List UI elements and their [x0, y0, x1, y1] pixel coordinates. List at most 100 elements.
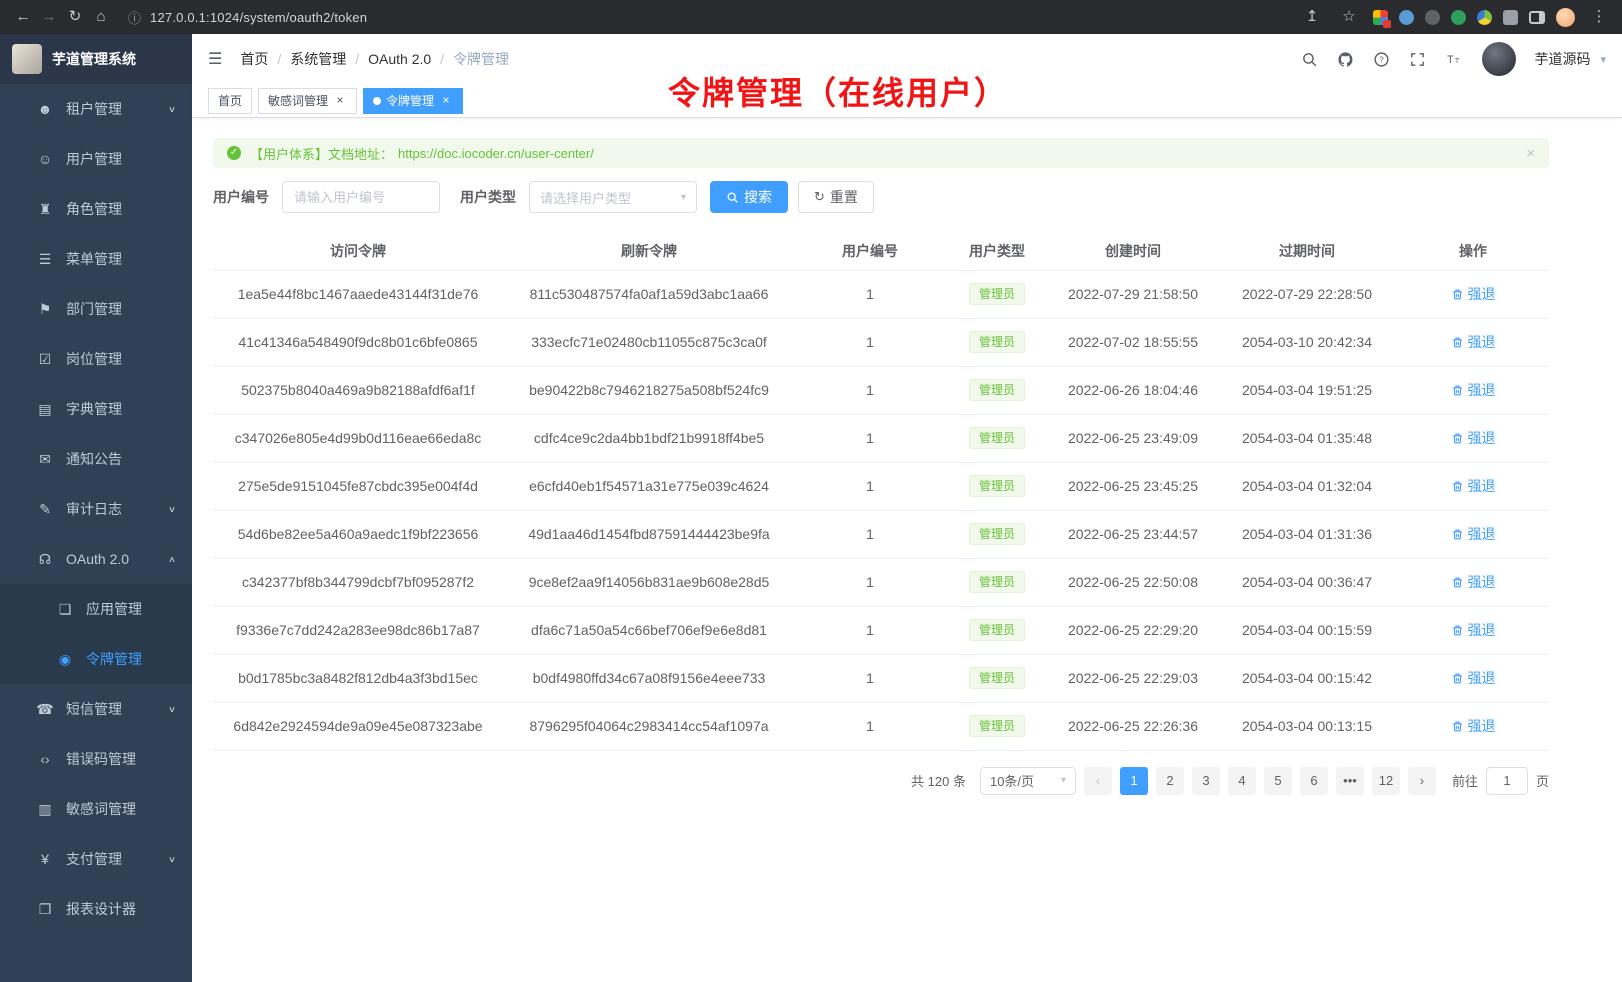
chevron-up-icon: ∧ [168, 554, 176, 564]
delete-icon [1451, 528, 1464, 541]
pagination-page-button[interactable]: 5 [1264, 767, 1292, 795]
forward-icon[interactable]: → [36, 0, 62, 34]
reset-button[interactable]: ↻ 重置 [798, 181, 874, 213]
extension-icon[interactable] [1373, 10, 1388, 25]
browser-profile-avatar[interactable] [1556, 8, 1575, 27]
sidebar-item-user[interactable]: ☺用户管理 [0, 134, 192, 184]
tab-item[interactable]: 首页 [208, 88, 252, 114]
address-bar[interactable]: ⓘ 127.0.0.1:1024/system/oauth2/token [128, 8, 367, 27]
sidebar-item-notice[interactable]: ✉通知公告 [0, 434, 192, 484]
home-icon[interactable]: ⌂ [88, 0, 114, 34]
alert-doc-link[interactable]: https://doc.iocoder.cn/user-center/ [398, 146, 594, 161]
sidebar-item-role[interactable]: ♜角色管理 [0, 184, 192, 234]
close-icon[interactable]: × [1526, 145, 1535, 162]
chevron-down-icon[interactable]: ▾ [1600, 53, 1606, 66]
pagination-next-button[interactable]: › [1408, 767, 1436, 795]
site-info-icon[interactable]: ⓘ [128, 8, 141, 27]
breadcrumb-item[interactable]: 首页 [240, 49, 268, 69]
sidebar-item-label: 支付管理 [66, 849, 168, 869]
user-type-select[interactable]: 请选择用户类型 ▾ [529, 181, 697, 213]
sidebar-item-token[interactable]: ◉令牌管理 [0, 634, 192, 684]
pagination-prev-button[interactable]: ‹ [1084, 767, 1112, 795]
pagination-page-button[interactable]: 3 [1192, 767, 1220, 795]
search-icon[interactable] [1296, 46, 1322, 72]
force-logout-label: 强退 [1468, 524, 1496, 544]
browser-menu-icon[interactable]: ⋮ [1586, 0, 1612, 34]
sidebar-item-app[interactable]: ❏应用管理 [0, 584, 192, 634]
extension-icon[interactable] [1425, 10, 1440, 25]
pagination-page-button[interactable]: 12 [1372, 767, 1400, 795]
pagination-page-button[interactable]: 1 [1120, 767, 1148, 795]
force-logout-button[interactable]: 强退 [1451, 284, 1496, 304]
tab-label: 敏感词管理 [268, 92, 328, 109]
pagination-page-button[interactable]: 2 [1156, 767, 1184, 795]
page-content: ✓ 【用户体系】文档地址： https://doc.iocoder.cn/use… [192, 118, 1622, 982]
user-id-input[interactable] [282, 181, 440, 213]
back-icon[interactable]: ← [10, 0, 36, 34]
sidebar-item-dict[interactable]: ▤字典管理 [0, 384, 192, 434]
user-avatar[interactable] [1482, 42, 1516, 76]
sidebar-item-pay[interactable]: ¥支付管理∨ [0, 834, 192, 884]
table-row: c347026e805e4d99b0d116eae66eda8ccdfc4ce9… [213, 414, 1549, 462]
tab-item[interactable]: 敏感词管理 × [258, 88, 357, 114]
extensions-puzzle-icon[interactable] [1503, 10, 1518, 25]
sidebar-collapse-icon[interactable]: ☰ [208, 49, 222, 69]
report-icon: ❐ [36, 901, 54, 918]
app-logo[interactable]: 芋道管理系统 [0, 34, 192, 84]
close-icon[interactable]: × [439, 94, 453, 108]
access-token-cell: 275e5de9151045fe87cbdc395e004f4d [213, 462, 503, 510]
force-logout-button[interactable]: 强退 [1451, 428, 1496, 448]
sidebar-item-audit[interactable]: ✎审计日志∨ [0, 484, 192, 534]
force-logout-button[interactable]: 强退 [1451, 476, 1496, 496]
sidebar-item-sensitive[interactable]: ▥敏感词管理 [0, 784, 192, 834]
goto-page-input[interactable] [1486, 767, 1528, 795]
access-token-cell: 41c41346a548490f9dc8b01c6bfe0865 [213, 318, 503, 366]
force-logout-button[interactable]: 强退 [1451, 380, 1496, 400]
column-header: 过期时间 [1217, 233, 1397, 270]
sidebar-item-tenant[interactable]: ☻租户管理∨ [0, 84, 192, 134]
sidebar-item-menu[interactable]: ☰菜单管理 [0, 234, 192, 284]
search-button[interactable]: 搜索 [710, 181, 788, 213]
extension-icon[interactable] [1451, 10, 1466, 25]
pagination-page-button[interactable]: 4 [1228, 767, 1256, 795]
user-name[interactable]: 芋道源码 [1534, 49, 1590, 69]
user-type-cell: 管理员 [945, 318, 1049, 366]
breadcrumb-item[interactable]: 系统管理 [290, 49, 346, 69]
user-type-cell: 管理员 [945, 654, 1049, 702]
user-type-cell: 管理员 [945, 414, 1049, 462]
fullscreen-icon[interactable] [1404, 46, 1430, 72]
reload-icon[interactable]: ↻ [62, 0, 88, 34]
bookmark-star-icon[interactable]: ☆ [1336, 0, 1362, 34]
sidebar-item-post[interactable]: ☑岗位管理 [0, 334, 192, 384]
side-panel-icon[interactable] [1529, 11, 1545, 24]
force-logout-button[interactable]: 强退 [1451, 668, 1496, 688]
github-icon[interactable] [1332, 46, 1358, 72]
breadcrumb: 首页/系统管理/OAuth 2.0/令牌管理 [240, 49, 509, 69]
breadcrumb-item[interactable]: OAuth 2.0 [368, 51, 431, 67]
access-token-cell: 54d6be82ee5a460a9aedc1f9bf223656 [213, 510, 503, 558]
force-logout-button[interactable]: 强退 [1451, 524, 1496, 544]
pagination-page-button[interactable]: 6 [1300, 767, 1328, 795]
force-logout-button[interactable]: 强退 [1451, 332, 1496, 352]
sidebar-item-errcode[interactable]: ‹›错误码管理 [0, 734, 192, 784]
pagination-more-button[interactable]: ••• [1336, 767, 1364, 795]
share-icon[interactable]: ↥ [1299, 0, 1325, 34]
force-logout-button[interactable]: 强退 [1451, 620, 1496, 640]
sidebar-item-dept[interactable]: ⚑部门管理 [0, 284, 192, 334]
extension-icon[interactable] [1399, 10, 1414, 25]
help-icon[interactable]: ? [1368, 46, 1394, 72]
close-icon[interactable]: × [333, 94, 347, 108]
force-logout-label: 强退 [1468, 668, 1496, 688]
user-id-cell: 1 [795, 654, 945, 702]
font-size-icon[interactable]: TT [1440, 46, 1466, 72]
tab-item[interactable]: 令牌管理× [363, 88, 463, 114]
force-logout-label: 强退 [1468, 476, 1496, 496]
extension-icon[interactable] [1477, 10, 1492, 25]
sidebar-item-sms[interactable]: ☎短信管理∨ [0, 684, 192, 734]
sidebar-item-oauth[interactable]: ☊OAuth 2.0∧ [0, 534, 192, 584]
page-size-select[interactable]: 10条/页 ▾ [980, 767, 1076, 795]
force-logout-button[interactable]: 强退 [1451, 716, 1496, 736]
force-logout-button[interactable]: 强退 [1451, 572, 1496, 592]
annotation-token-management: 令牌管理（在线用户） [668, 68, 1008, 114]
sidebar-item-report[interactable]: ❐报表设计器 [0, 884, 192, 934]
